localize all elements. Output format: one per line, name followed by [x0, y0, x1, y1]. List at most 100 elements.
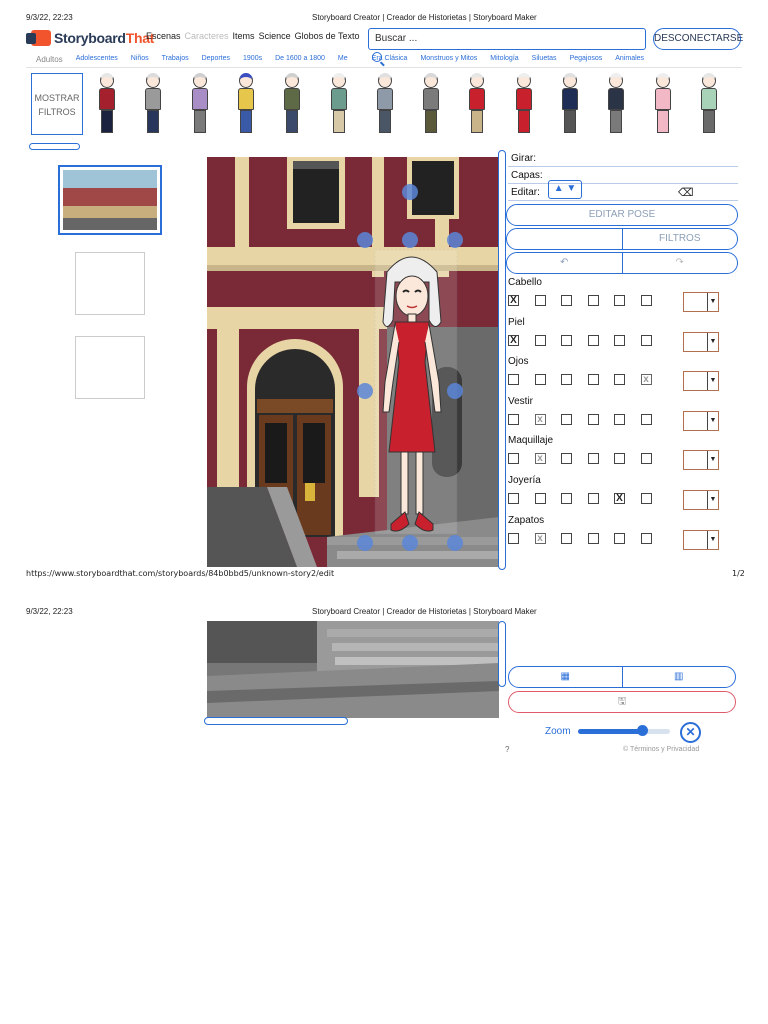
color-picker[interactable]: ▼	[683, 292, 719, 312]
attribute-option[interactable]	[640, 493, 652, 504]
layout-icon[interactable]: ▥	[621, 667, 736, 687]
category-13[interactable]: Animales	[615, 55, 644, 67]
attribute-option[interactable]	[508, 413, 519, 425]
help-link[interactable]: ?	[505, 745, 509, 754]
resize-handle-ml[interactable]	[357, 383, 373, 399]
show-filters-button[interactable]: MOSTRAR FILTROS	[31, 73, 83, 135]
category-0[interactable]: Adultos	[36, 55, 63, 67]
category-2[interactable]: Niños	[131, 55, 149, 67]
zoom-slider-knob[interactable]	[637, 725, 649, 736]
canvas-horizontal-scrollbar[interactable]	[204, 717, 348, 725]
terms-link[interactable]: © Términos y Privacidad	[623, 746, 699, 753]
attribute-option[interactable]: x	[534, 453, 546, 465]
layers-slider[interactable]	[508, 183, 738, 184]
category-10[interactable]: Mitología	[490, 55, 518, 67]
attribute-option[interactable]	[561, 334, 572, 346]
character-strip-scrollbar[interactable]	[29, 143, 80, 150]
attribute-option[interactable]	[587, 413, 599, 425]
undo-icon[interactable]: ↶	[507, 253, 622, 273]
attribute-option[interactable]	[640, 295, 652, 306]
attribute-option[interactable]	[614, 453, 625, 465]
category-1[interactable]: Adolescentes	[76, 55, 118, 67]
filters-button[interactable]: FILTROS	[621, 229, 738, 249]
attribute-option[interactable]	[561, 493, 572, 504]
category-9[interactable]: Monstruos y Mitos	[420, 55, 477, 67]
blank-toggle[interactable]	[507, 229, 622, 249]
attribute-option[interactable]	[587, 532, 599, 544]
attribute-option[interactable]	[561, 374, 572, 386]
canvas-vertical-scrollbar[interactable]	[498, 621, 506, 687]
character-thumbnail[interactable]	[421, 73, 441, 135]
resize-handle-tm[interactable]	[402, 232, 418, 248]
storyboard-canvas[interactable]	[207, 157, 499, 567]
character-thumbnail[interactable]	[653, 73, 673, 135]
cell-thumbnail-empty[interactable]	[75, 336, 145, 399]
eraser-icon[interactable]: ⌫	[678, 186, 694, 199]
character-thumbnail[interactable]	[190, 73, 210, 135]
character-thumbnail[interactable]	[560, 73, 580, 135]
attribute-option[interactable]	[640, 413, 652, 425]
attribute-option[interactable]	[640, 334, 652, 346]
color-picker[interactable]: ▼	[683, 490, 719, 510]
canvas-vertical-scrollbar[interactable]	[498, 150, 506, 570]
character-thumbnail[interactable]	[329, 73, 349, 135]
attribute-option[interactable]	[508, 453, 519, 465]
color-picker[interactable]: ▼	[683, 371, 719, 392]
layer-up-down-button[interactable]: ▲ ▼	[548, 180, 582, 199]
nav-speech-bubbles[interactable]: Globos de Texto	[295, 31, 360, 41]
rotate-slider[interactable]	[508, 166, 738, 167]
attribute-option[interactable]	[614, 295, 625, 306]
color-picker[interactable]: ▼	[683, 450, 719, 471]
attribute-option[interactable]	[614, 334, 625, 346]
attribute-option[interactable]	[587, 334, 599, 346]
cell-thumbnail-active[interactable]	[58, 165, 162, 235]
nav-scenes[interactable]: Escenas	[146, 31, 181, 41]
attribute-option[interactable]	[614, 532, 625, 544]
attribute-option[interactable]	[534, 493, 546, 504]
resize-handle-br[interactable]	[447, 535, 463, 551]
resize-handle-bm[interactable]	[402, 535, 418, 551]
attribute-option[interactable]: x	[534, 413, 546, 425]
redo-icon[interactable]: ↷	[621, 253, 738, 273]
category-11[interactable]: Siluetas	[532, 55, 557, 67]
category-5[interactable]: 1900s	[243, 55, 262, 67]
character-thumbnail[interactable]	[699, 73, 719, 135]
resize-handle-tr[interactable]	[447, 232, 463, 248]
character-thumbnail[interactable]	[514, 73, 534, 135]
close-icon[interactable]: ✕	[680, 722, 701, 743]
attribute-option[interactable]: X	[614, 493, 625, 504]
attribute-option[interactable]	[587, 295, 599, 306]
category-12[interactable]: Pegajosos	[570, 55, 603, 67]
character-thumbnail[interactable]	[467, 73, 487, 135]
category-7[interactable]: Me	[338, 55, 348, 67]
color-picker[interactable]: ▼	[683, 331, 719, 352]
attribute-option[interactable]	[534, 334, 546, 346]
attribute-option[interactable]	[508, 493, 519, 504]
save-button[interactable]: 🖫	[508, 691, 736, 713]
color-picker[interactable]: ▼	[683, 529, 719, 550]
edit-pose-button[interactable]: EDITAR POSE	[506, 204, 738, 226]
attribute-option[interactable]	[508, 532, 519, 544]
nav-characters[interactable]: Caracteres	[185, 31, 229, 41]
attribute-option[interactable]	[508, 374, 519, 386]
attribute-option[interactable]	[640, 532, 652, 544]
attribute-option[interactable]	[587, 493, 599, 504]
attribute-option[interactable]: x	[640, 374, 652, 386]
attribute-option[interactable]	[587, 453, 599, 465]
attribute-option[interactable]: X	[508, 295, 519, 306]
attribute-option[interactable]	[561, 453, 572, 465]
resize-handle-mr[interactable]	[447, 383, 463, 399]
category-search-icon[interactable]	[372, 52, 382, 62]
search-input[interactable]: Buscar ...	[368, 28, 646, 50]
attribute-option[interactable]	[534, 295, 546, 306]
attribute-option[interactable]	[534, 374, 546, 386]
storyboardthat-logo[interactable]: StoryboardThat	[26, 30, 154, 46]
category-6[interactable]: De 1600 a 1800	[275, 55, 325, 67]
attribute-option[interactable]: X	[508, 334, 519, 346]
storyboard-canvas-continued[interactable]	[207, 621, 499, 718]
rotate-handle[interactable]	[402, 184, 418, 200]
resize-handle-tl[interactable]	[357, 232, 373, 248]
attribute-option[interactable]	[561, 413, 572, 425]
attribute-option[interactable]: x	[534, 532, 546, 544]
nav-items[interactable]: Items	[233, 31, 255, 41]
